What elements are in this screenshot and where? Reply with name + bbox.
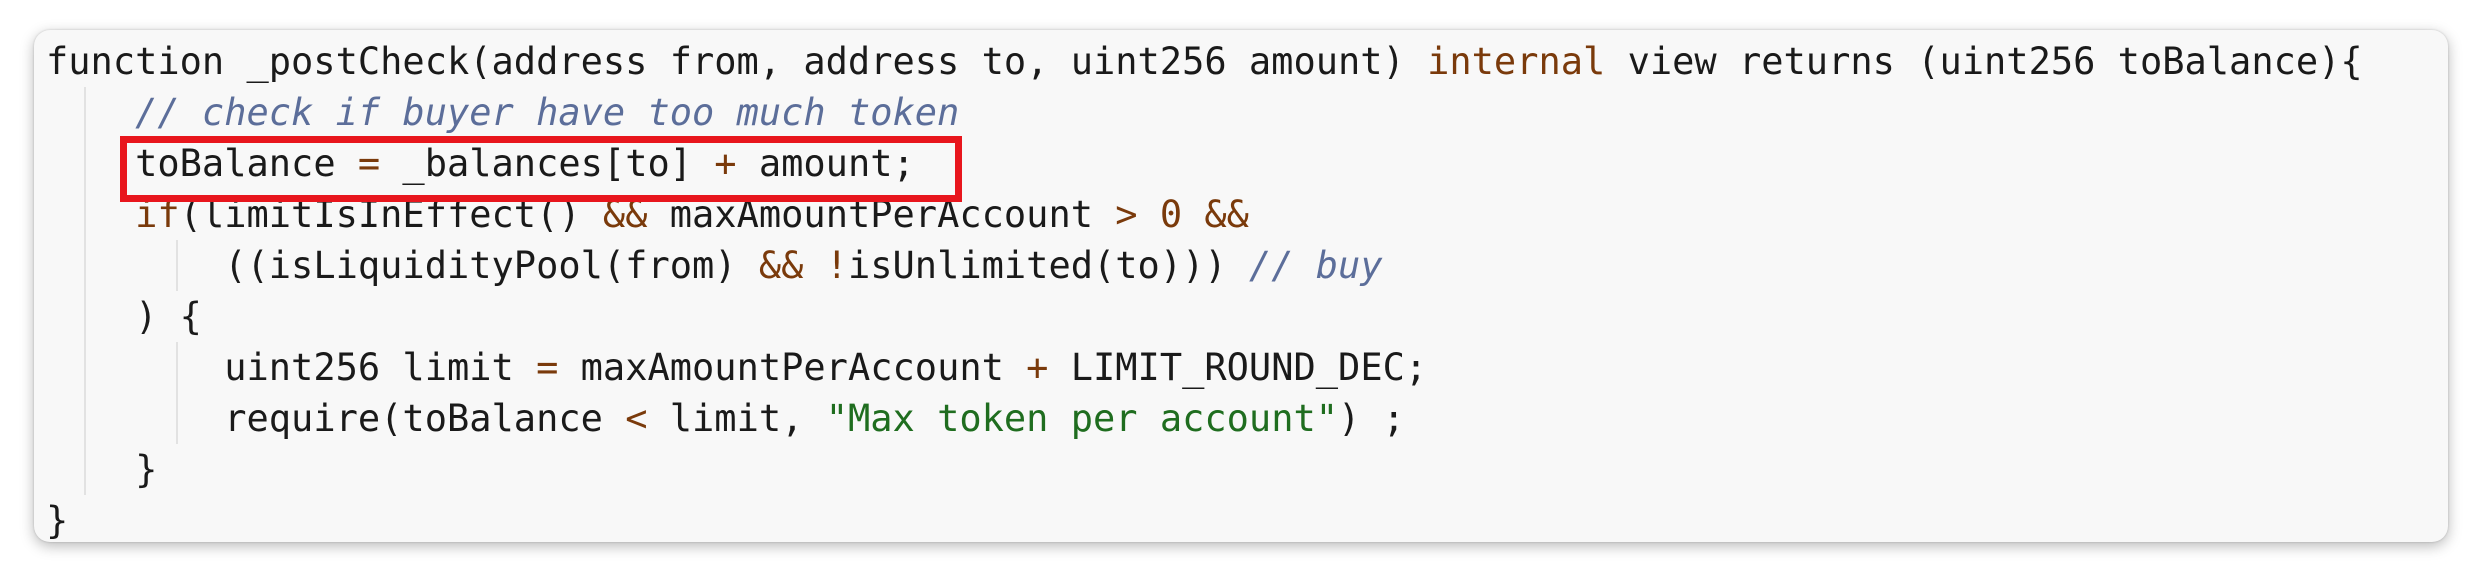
code-line-1: function _postCheck(address from, addres… [46, 36, 2363, 87]
operator-not: ! [803, 244, 848, 287]
code-line-7: uint256 limit = maxAmountPerAccount + LI… [46, 342, 2363, 393]
indent-guide [84, 87, 86, 138]
operator-equals: = [536, 346, 559, 389]
closing-brace: } [46, 499, 69, 539]
indent-guide [84, 291, 86, 342]
indent-guide [176, 393, 178, 444]
indent-guide [84, 393, 86, 444]
code-comment: // check if buyer have too much token [135, 91, 960, 134]
operator-and: && [1204, 193, 1249, 236]
number-literal: 0 [1137, 193, 1205, 236]
code-text: maxAmountPerAccount [558, 346, 1027, 389]
function-signature: function _postCheck(address from, addres… [46, 40, 1428, 83]
code-line-2: // check if buyer have too much token [46, 87, 2363, 138]
code-text: uint256 limit [224, 346, 537, 389]
closing-brace: } [135, 448, 158, 491]
indent-guide [176, 240, 178, 291]
code-comment: // buy [1248, 244, 1383, 287]
indent-guide [84, 138, 86, 189]
code-text: require(toBalance [224, 397, 626, 440]
indent-guide [84, 342, 86, 393]
indent-guide [84, 240, 86, 291]
highlight-box [120, 136, 962, 202]
code-text: limit, [647, 397, 826, 440]
code-text: ) { [135, 295, 202, 338]
operator-less-than: < [625, 397, 648, 440]
code-line-5: ((isLiquidityPool(from) && !isUnlimited(… [46, 240, 2363, 291]
code-line-9: } [46, 444, 2363, 495]
code-block: function _postCheck(address from, addres… [46, 36, 2363, 539]
operator-greater-than: > [1115, 193, 1138, 236]
operator-plus: + [1026, 346, 1049, 389]
code-text: isUnlimited(to))) [847, 244, 1249, 287]
code-line-6: ) { [46, 291, 2363, 342]
code-text: ((isLiquidityPool(from) [224, 244, 759, 287]
indent-guide [176, 342, 178, 393]
indent-guide [84, 444, 86, 495]
function-signature-rest: view returns (uint256 toBalance){ [1605, 40, 2363, 83]
keyword-internal: internal [1427, 40, 1606, 83]
indent-guide [84, 189, 86, 240]
operator-and: && [758, 244, 804, 287]
code-line-10: } [46, 495, 2363, 539]
code-screenshot-frame: function _postCheck(address from, addres… [34, 30, 2448, 542]
code-text: ) ; [1338, 397, 1405, 440]
code-line-8: require(toBalance < limit, "Max token pe… [46, 393, 2363, 444]
code-text: LIMIT_ROUND_DEC; [1048, 346, 1428, 389]
string-literal: "Max token per account" [825, 397, 1339, 440]
